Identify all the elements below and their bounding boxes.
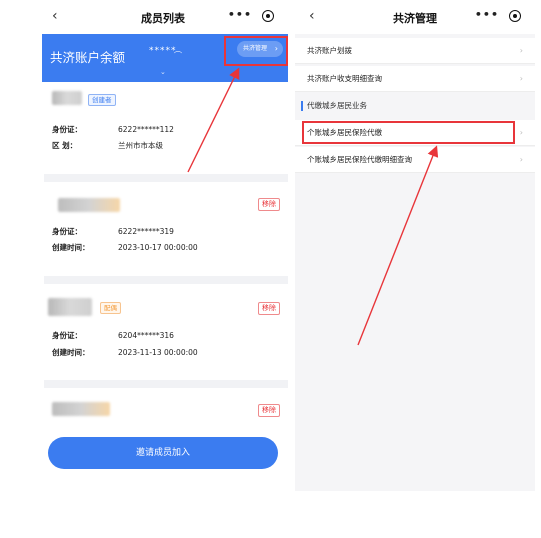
target-icon[interactable]: [262, 10, 274, 22]
member-card: 移除 身份证： 6222******319 创建时间： 2023-10-17 00:…: [44, 190, 288, 274]
balance-value: *****: [149, 46, 177, 56]
more-icon[interactable]: •••: [475, 8, 499, 21]
remove-button[interactable]: 移除: [258, 302, 280, 315]
divider: [44, 380, 288, 388]
role-badge: 创建者: [88, 94, 116, 106]
menu-item-insurance-payment-query[interactable]: 个账城乡居民保险代缴明细查询 ›: [295, 147, 535, 173]
divider: [44, 276, 288, 284]
menu-item-label: 共济账户收支明细查询: [307, 74, 382, 83]
divider: [44, 174, 288, 182]
member-list-screen: ‹ 成员列表 ••• 共济账户余额 ***** ⌒ ⌄ 共济管理 › 创建者 身…: [38, 0, 288, 538]
member-card: 创建者 身份证： 6222******112 区 划： 兰州市市本级: [44, 88, 288, 172]
member-name-blurred: [52, 402, 110, 416]
right-nav-bar: ‹ 共济管理 •••: [295, 0, 535, 34]
section-title: 代缴城乡居民业务: [295, 95, 535, 117]
more-icon[interactable]: •••: [228, 8, 252, 21]
member-field: 创建时间： 2023-10-17 00:00:00: [52, 243, 198, 252]
remove-button[interactable]: 移除: [258, 198, 280, 211]
highlight-box-manage: [224, 36, 288, 66]
chevron-right-icon: ›: [519, 46, 523, 55]
role-badge: 配偶: [100, 302, 121, 314]
eye-icon[interactable]: ⌒: [174, 50, 182, 61]
menu-item-transfer[interactable]: 共济账户划拨 ›: [295, 38, 535, 64]
chevron-right-icon: ›: [519, 128, 523, 137]
account-management-screen: ‹ 共济管理 ••• 共济账户划拨 › 共济账户收支明细查询 › 代缴城乡居民业…: [295, 0, 535, 538]
member-field: 身份证： 6204******316: [52, 331, 174, 340]
menu-item-label: 共济账户划拨: [307, 46, 352, 55]
member-card: 配偶 移除 身份证： 6204******316 创建时间： 2023-11-13 …: [44, 290, 288, 374]
member-name-blurred: [52, 91, 82, 105]
menu-body: 共济账户划拨 › 共济账户收支明细查询 › 代缴城乡居民业务 个账城乡居民保险代…: [295, 34, 535, 491]
chevron-right-icon: ›: [519, 74, 523, 83]
invite-member-button[interactable]: 邀请成员加入: [48, 437, 278, 469]
member-name-blurred: [58, 198, 120, 212]
target-icon[interactable]: [509, 10, 521, 22]
member-field: 身份证： 6222******319: [52, 227, 174, 236]
chevron-right-icon: ›: [519, 155, 523, 164]
member-field: 区 划： 兰州市市本级: [52, 141, 163, 150]
remove-button[interactable]: 移除: [258, 404, 280, 417]
menu-item-label: 个账城乡居民保险代缴明细查询: [307, 155, 412, 164]
page-title: 共济管理: [393, 12, 437, 25]
menu-item-statement-query[interactable]: 共济账户收支明细查询 ›: [295, 66, 535, 92]
highlight-box-insurance-payment: [302, 121, 515, 144]
member-field: 创建时间： 2023-11-13 00:00:00: [52, 348, 198, 357]
member-field: 身份证： 6222******112: [52, 125, 174, 134]
balance-label: 共济账户余额: [50, 50, 126, 65]
member-name-blurred: [48, 298, 92, 316]
chevron-down-icon: ⌄: [160, 68, 166, 76]
member-card: 移除: [44, 394, 288, 434]
left-nav-bar: ‹ 成员列表 •••: [38, 0, 288, 34]
